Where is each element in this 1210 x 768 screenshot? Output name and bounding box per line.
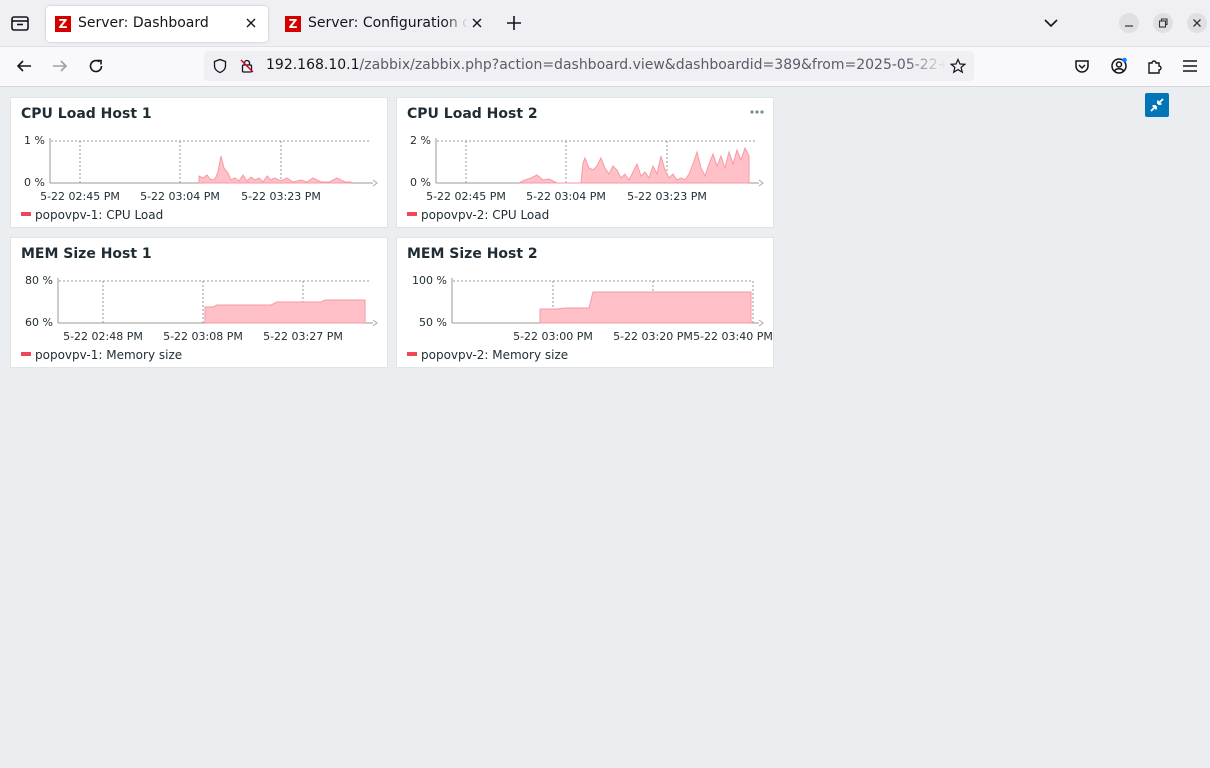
x-axis-label: 5-22 03:40 PM [693, 330, 773, 343]
exit-kiosk-mode-button[interactable] [1145, 93, 1169, 117]
x-axis-label: 5-22 03:04 PM [140, 190, 220, 203]
minimize-icon [1125, 25, 1133, 27]
graph-legend: popovpv-2: CPU Load [407, 208, 549, 222]
close-window-button[interactable] [1187, 13, 1207, 33]
widget-title: MEM Size Host 2 [407, 246, 538, 262]
dashboard: CPU Load Host 1 1 % 0 % 5-22 02:45 PM 5-… [0, 87, 1210, 768]
collapse-icon [1150, 98, 1164, 112]
extensions-icon[interactable] [1146, 57, 1164, 75]
x-axis-label: 5-22 03:23 PM [241, 190, 321, 203]
x-axis-label: 5-22 03:20 PM [613, 330, 693, 343]
cpu-load-graph: 2 % 0 % 5-22 02:45 PM 5-22 03:04 PM 5-22… [410, 134, 764, 203]
restore-icon [1158, 18, 1168, 28]
close-icon [1193, 19, 1201, 27]
tab-bar: Z Server: Dashboard Z Server: Configurat… [0, 0, 1210, 47]
x-axis-label: 5-22 02:48 PM [63, 330, 143, 343]
y-axis-min-label: 0 % [410, 176, 431, 189]
legend-label: popovpv-2: CPU Load [421, 208, 550, 222]
zabbix-favicon-icon: Z [55, 16, 71, 32]
x-axis-label: 5-22 03:08 PM [163, 330, 243, 343]
url-path: /zabbix/zabbix.php?action=dashboard.view… [359, 57, 946, 73]
memory-size-graph: 100 % 50 % 5-22 03:00 PM 5-22 03:20 PM 5… [412, 274, 773, 343]
back-arrow-icon[interactable] [15, 57, 33, 75]
x-axis-label: 5-22 02:45 PM [40, 190, 120, 203]
tab-list-icon[interactable] [10, 14, 30, 32]
legend-label: popovpv-1: Memory size [35, 348, 183, 362]
y-axis-min-label: 50 % [419, 316, 447, 329]
url-text[interactable]: 192.168.10.1/zabbix/zabbix.php?action=da… [266, 57, 946, 73]
y-axis-max-label: 100 % [412, 274, 447, 287]
widget-mem-size-host-2[interactable]: MEM Size Host 2 100 % 50 % 5-22 03:00 PM… [396, 237, 774, 368]
minimize-button[interactable] [1119, 13, 1139, 33]
legend-label: popovpv-2: Memory size [421, 348, 569, 362]
y-axis-max-label: 2 % [410, 134, 431, 147]
widget-cpu-load-host-1[interactable]: CPU Load Host 1 1 % 0 % 5-22 02:45 PM 5-… [10, 97, 388, 228]
cpu-load-graph: 1 % 0 % 5-22 02:45 PM 5-22 03:04 PM 5-22… [24, 134, 378, 203]
x-axis-label: 5-22 03:00 PM [513, 330, 593, 343]
forward-arrow-icon[interactable] [51, 57, 69, 75]
widget-title: CPU Load Host 2 [407, 106, 538, 122]
legend-label: popovpv-1: CPU Load [35, 208, 164, 222]
y-axis-min-label: 60 % [25, 316, 53, 329]
navigation-toolbar: 192.168.10.1/zabbix/zabbix.php?action=da… [0, 47, 1210, 87]
graph-legend: popovpv-1: CPU Load [21, 208, 163, 222]
zabbix-favicon-icon: Z [285, 16, 301, 32]
bookmark-star-icon[interactable] [950, 58, 966, 74]
tab-title: Server: Dashboard [78, 15, 209, 31]
memory-size-graph: 80 % 60 % 5-22 02:48 PM 5-22 03:08 PM 5-… [25, 274, 378, 343]
legend-swatch [407, 211, 417, 216]
y-axis-min-label: 0 % [24, 176, 45, 189]
widget-menu-icon[interactable] [749, 104, 765, 120]
insecure-lock-icon[interactable] [239, 58, 255, 74]
x-axis-label: 5-22 03:23 PM [627, 190, 707, 203]
url-host: 192.168.10.1 [266, 57, 360, 73]
tab-dashboard[interactable]: Z Server: Dashboard [46, 6, 268, 42]
x-axis-label: 5-22 03:27 PM [263, 330, 343, 343]
tab-title: Server: Configuration of h [308, 15, 468, 31]
reload-icon[interactable] [87, 57, 105, 75]
chevron-down-icon[interactable] [1043, 15, 1059, 31]
shield-icon[interactable] [212, 58, 228, 74]
hamburger-menu-icon[interactable] [1181, 57, 1199, 75]
legend-swatch [21, 211, 31, 216]
account-icon[interactable] [1110, 57, 1128, 75]
tab-configuration[interactable]: Z Server: Configuration of h [276, 6, 486, 42]
widget-title: CPU Load Host 1 [21, 106, 152, 122]
y-axis-max-label: 80 % [25, 274, 53, 287]
close-tab-icon[interactable] [242, 14, 260, 32]
x-axis-label: 5-22 02:45 PM [426, 190, 506, 203]
legend-swatch [407, 351, 417, 356]
y-axis-max-label: 1 % [24, 134, 45, 147]
restore-button[interactable] [1153, 13, 1173, 33]
legend-swatch [21, 351, 31, 356]
widget-title: MEM Size Host 1 [21, 246, 152, 262]
widget-mem-size-host-1[interactable]: MEM Size Host 1 80 % 60 % 5-22 02:48 PM … [10, 237, 388, 368]
pocket-icon[interactable] [1073, 57, 1091, 75]
x-axis-label: 5-22 03:04 PM [526, 190, 606, 203]
graph-legend: popovpv-2: Memory size [407, 348, 568, 362]
graph-legend: popovpv-1: Memory size [21, 348, 182, 362]
close-tab-icon[interactable] [468, 14, 486, 32]
address-bar[interactable]: 192.168.10.1/zabbix/zabbix.php?action=da… [204, 51, 974, 81]
new-tab-icon[interactable] [505, 14, 523, 32]
widget-cpu-load-host-2[interactable]: CPU Load Host 2 2 % 0 % 5-22 02:45 PM 5-… [396, 97, 774, 228]
